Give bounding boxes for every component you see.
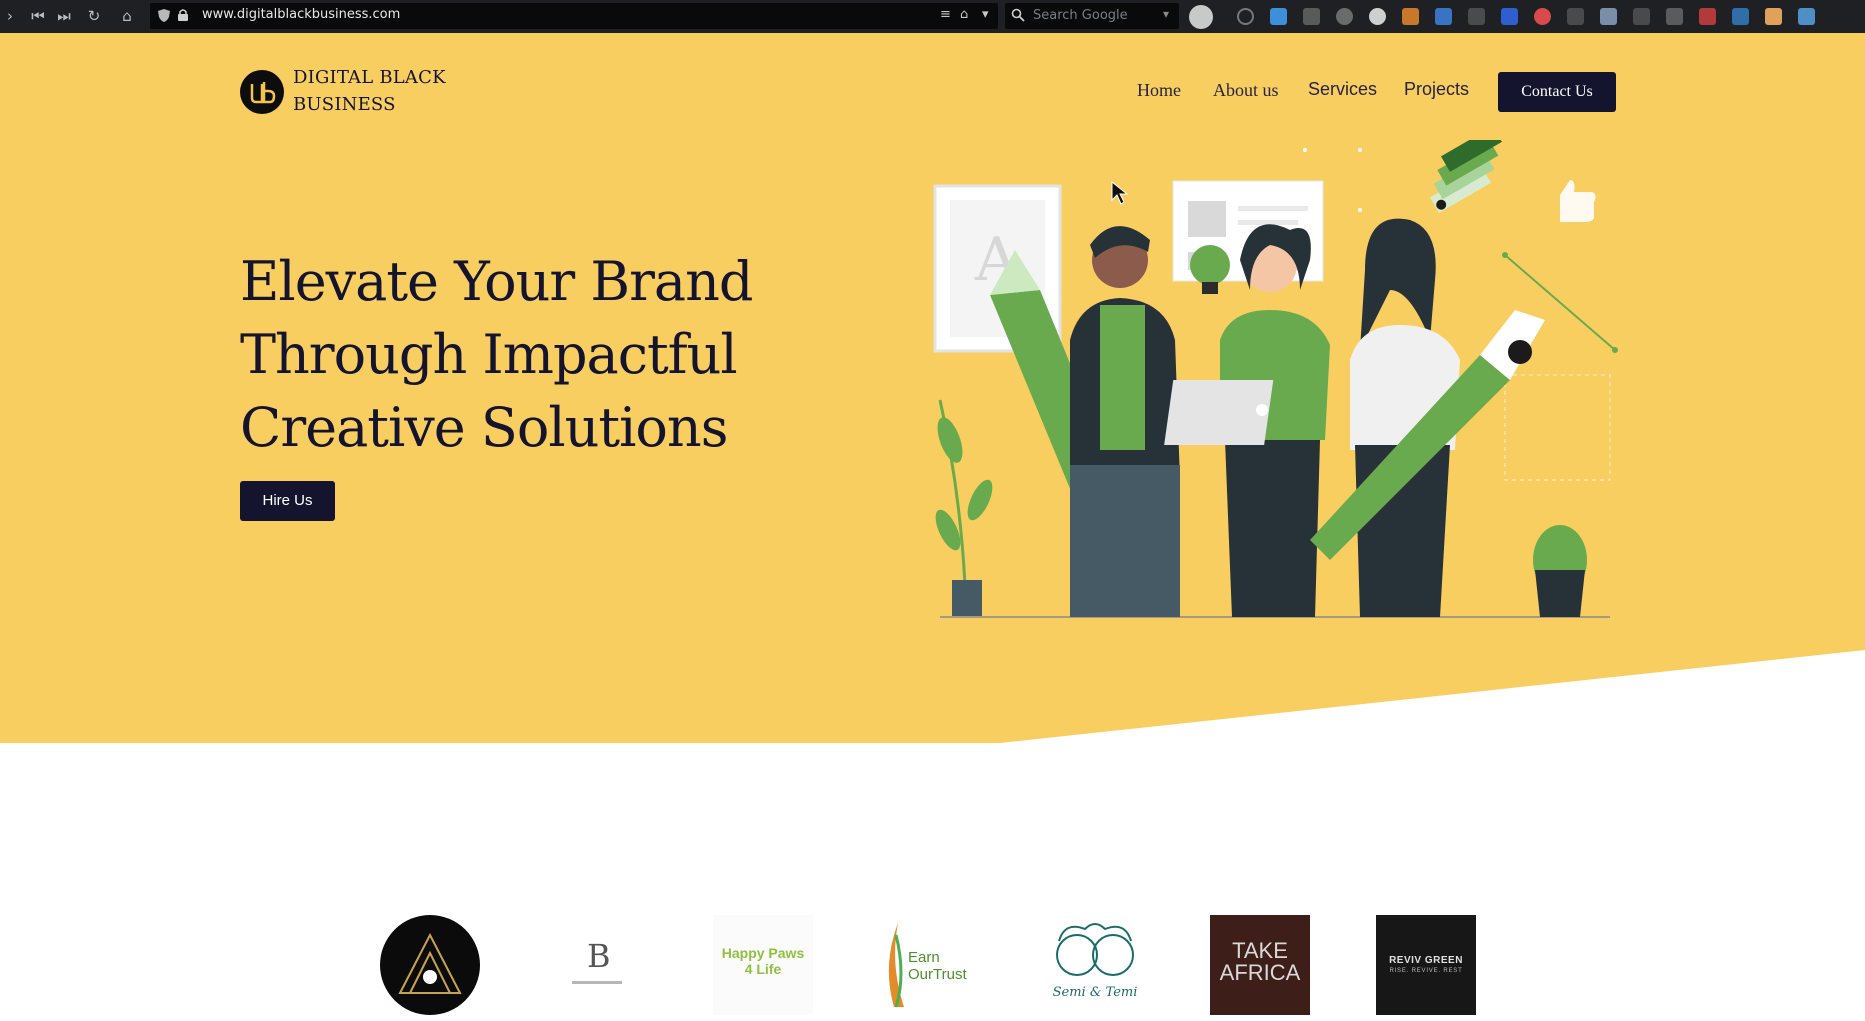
hero-headline: Elevate Your Brand Through Impactful Cre… bbox=[240, 245, 753, 464]
hero-headline-line1: Elevate Your Brand bbox=[240, 250, 753, 313]
partner-logo-reviv-green: REVIV GREEN RISE. REVIVE. REST bbox=[1376, 915, 1476, 1015]
lock-icon bbox=[178, 9, 188, 21]
contact-us-button[interactable]: Contact Us bbox=[1498, 72, 1616, 112]
ext-9[interactable] bbox=[1501, 8, 1518, 25]
partner-logo-happy-paws: Happy Paws 4 Life bbox=[713, 915, 813, 1015]
ext-12[interactable] bbox=[1600, 8, 1617, 25]
dropdown-icon[interactable]: ▾ bbox=[982, 7, 989, 22]
last-page-icon[interactable]: ⏭ bbox=[54, 6, 74, 26]
lightbulb-icon bbox=[1190, 245, 1230, 294]
partner-logo-b: B bbox=[547, 915, 647, 1015]
potted-cactus-right bbox=[1533, 525, 1587, 617]
shield-icon bbox=[158, 9, 170, 22]
home-icon[interactable]: ⌂ bbox=[117, 6, 137, 26]
woman-middle-figure bbox=[1164, 224, 1330, 617]
reader-icon[interactable]: ≡ bbox=[940, 7, 951, 22]
url-text[interactable]: www.digitalblackbusiness.com bbox=[202, 7, 400, 22]
ext-8[interactable] bbox=[1468, 8, 1485, 25]
ext-3[interactable] bbox=[1303, 8, 1320, 25]
partner-logo-earn-our-trust: Earn OurTrust bbox=[880, 915, 980, 1015]
ext-10[interactable] bbox=[1534, 8, 1551, 25]
hero-illustration: A bbox=[933, 140, 1618, 618]
search-placeholder: Search Google bbox=[1033, 8, 1128, 23]
browser-toolbar: › ⏮ ⏭ ↻ ⌂ www.digitalblackbusiness.com ≡… bbox=[0, 0, 1865, 33]
thumbs-up-icon bbox=[1560, 180, 1596, 222]
ext-11[interactable] bbox=[1567, 8, 1584, 25]
brand-name-line1: DIGITAL BLACK bbox=[293, 67, 446, 88]
brand-name-line2: BUSINESS bbox=[293, 94, 396, 115]
partner-reviv-subtext: RISE. REVIVE. REST bbox=[1389, 968, 1463, 974]
ext-1[interactable] bbox=[1237, 8, 1254, 25]
nav-about-us[interactable]: About us bbox=[1213, 80, 1279, 101]
search-icon bbox=[1011, 8, 1025, 22]
nav-projects[interactable]: Projects bbox=[1404, 79, 1469, 100]
chevron-right-icon[interactable]: › bbox=[0, 6, 20, 26]
ext-2[interactable] bbox=[1270, 8, 1287, 25]
hire-us-button[interactable]: Hire Us bbox=[240, 481, 335, 521]
nav-services[interactable]: Services bbox=[1308, 79, 1377, 100]
ext-14[interactable] bbox=[1666, 8, 1683, 25]
partner-logo-take-africa: TAKE AFRICA bbox=[1210, 915, 1310, 1015]
partner-logo-circle bbox=[380, 915, 480, 1015]
brand-logo-icon[interactable] bbox=[240, 70, 284, 114]
ext-18[interactable] bbox=[1798, 8, 1815, 25]
ext-16[interactable] bbox=[1732, 8, 1749, 25]
nav-home[interactable]: Home bbox=[1137, 80, 1181, 101]
ext-13[interactable] bbox=[1633, 8, 1650, 25]
partner-b-letter: B bbox=[587, 937, 611, 975]
profile-avatar[interactable] bbox=[1189, 5, 1213, 29]
partner-happy-paws-text: Happy Paws 4 Life bbox=[721, 945, 805, 977]
bookmark-icon[interactable]: ⌂ bbox=[960, 7, 968, 22]
potted-plant-left bbox=[935, 399, 993, 616]
search-box[interactable]: Search Google ▾ bbox=[1005, 3, 1179, 29]
hero-headline-line2: Through Impactful bbox=[240, 323, 738, 386]
first-page-icon[interactable]: ⏮ bbox=[28, 6, 48, 26]
ext-4[interactable] bbox=[1336, 8, 1353, 25]
ext-6[interactable] bbox=[1402, 8, 1419, 25]
brand-name[interactable]: DIGITAL BLACK BUSINESS bbox=[293, 64, 446, 118]
ext-5[interactable] bbox=[1369, 8, 1386, 25]
partner-earn-text: Earn OurTrust bbox=[908, 949, 967, 983]
partner-semi-temi-text: Semi & Temi bbox=[1052, 985, 1138, 1000]
partner-take-africa-text: TAKE AFRICA bbox=[1219, 938, 1301, 985]
search-engine-dropdown-icon[interactable]: ▾ bbox=[1163, 7, 1169, 21]
ext-17[interactable] bbox=[1765, 8, 1782, 25]
hero-angled-divider bbox=[0, 650, 1865, 750]
man-figure bbox=[1070, 226, 1180, 617]
ext-15[interactable] bbox=[1699, 8, 1716, 25]
ext-7[interactable] bbox=[1435, 8, 1452, 25]
mouse-cursor-icon bbox=[1111, 180, 1129, 205]
partner-reviv-text: REVIV GREEN bbox=[1389, 955, 1463, 966]
reload-icon[interactable]: ↻ bbox=[84, 6, 104, 26]
url-bar[interactable]: www.digitalblackbusiness.com ≡ ⌂ ▾ bbox=[150, 3, 998, 29]
partner-logo-semi-temi: Semi & Temi bbox=[1045, 915, 1145, 1015]
hero-headline-line3: Creative Solutions bbox=[240, 396, 728, 459]
color-swatch-fan bbox=[1430, 140, 1502, 213]
